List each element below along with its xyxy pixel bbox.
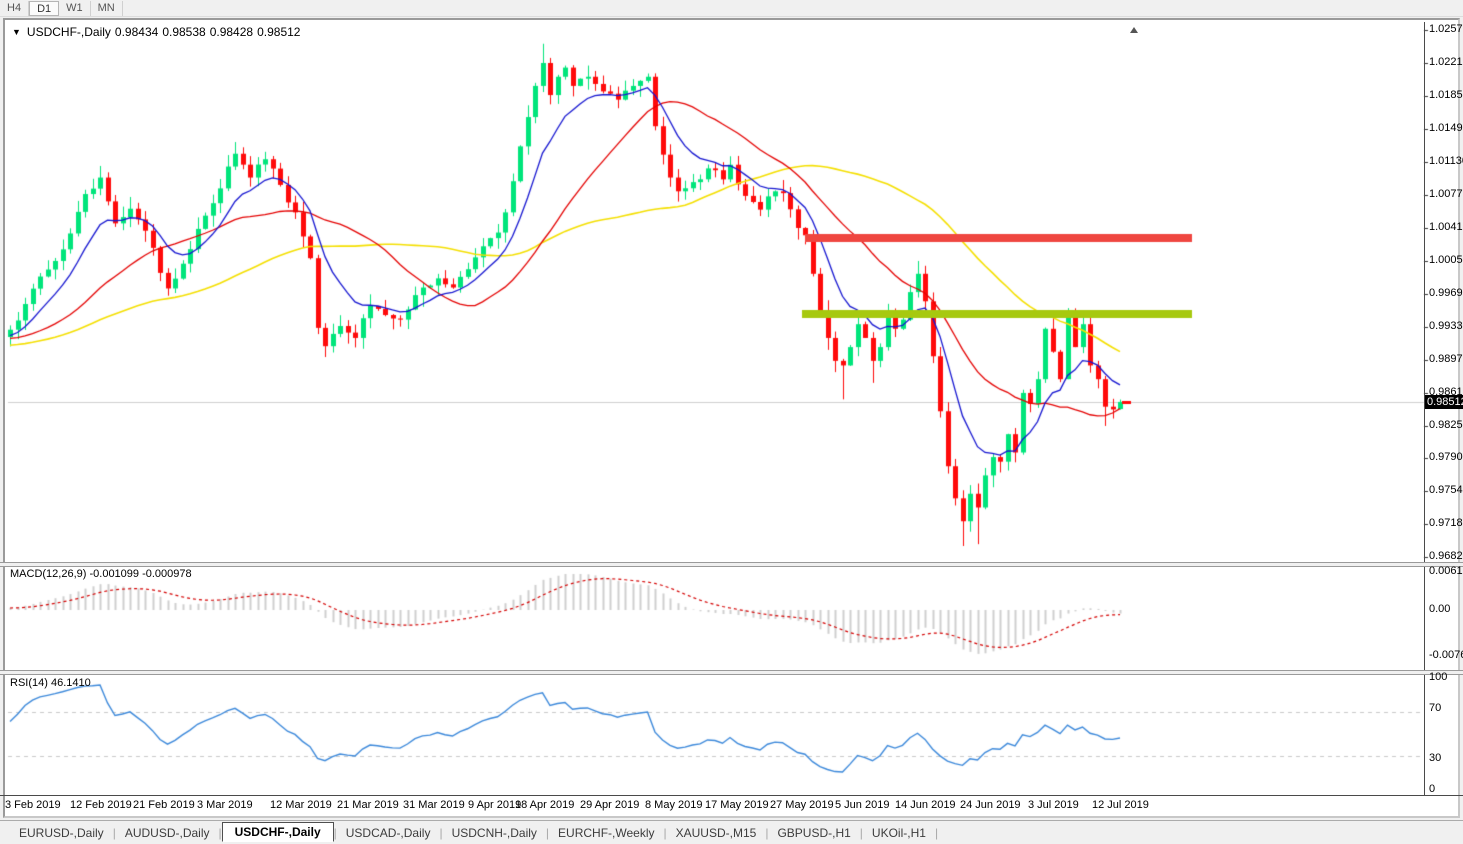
tab-audusd[interactable]: AUDUSD-,Daily [116,824,219,842]
date-tick: 12 Mar 2019 [270,799,332,811]
price-tick: 1.01850 [1429,89,1463,101]
tab-eurusd[interactable]: EURUSD-,Daily [10,824,113,842]
date-tick: 3 Feb 2019 [5,799,61,811]
date-tick: 14 Jun 2019 [895,799,956,811]
macd-label: MACD(12,26,9) -0.001099 -0.000978 [10,568,192,580]
rsi-value: 46.1410 [51,677,91,689]
price-tick: 0.97900 [1429,451,1463,463]
tab-ukoil[interactable]: UKOil-,H1 [863,824,935,842]
ohlc-high: 0.98538 [162,25,205,39]
ohlc-close: 0.98512 [257,25,300,39]
price-tick: 1.01490 [1429,122,1463,134]
price-tick: 1.00050 [1429,254,1463,266]
macd-values: -0.001099 -0.000978 [89,568,191,580]
tab-separator: | [935,826,938,840]
date-tick: 12 Jul 2019 [1092,799,1149,811]
date-tick: 12 Feb 2019 [70,799,132,811]
price-tick: 0.99690 [1429,287,1463,299]
date-tick: 9 Apr 2019 [468,799,521,811]
price-tick: 0.97180 [1429,517,1463,529]
tab-usdcad[interactable]: USDCAD-,Daily [337,824,440,842]
chart-tab-bar: EURUSD-,Daily|AUDUSD-,Daily|USDCHF-,Dail… [0,820,1463,844]
date-tick: 21 Mar 2019 [337,799,399,811]
date-tick: 29 Apr 2019 [580,799,639,811]
price-tick: 0.99330 [1429,320,1463,332]
date-tick: 31 Mar 2019 [403,799,465,811]
date-tick: 3 Mar 2019 [197,799,253,811]
price-tick: 1.02210 [1429,56,1463,68]
macd-name: MACD(12,26,9) [10,568,86,580]
date-tick: 21 Feb 2019 [133,799,195,811]
rsi-tick: 100 [1429,671,1447,683]
panel-splitter-macd[interactable] [0,562,1463,567]
shift-marker-icon[interactable] [1130,27,1138,33]
price-tick: 0.96820 [1429,550,1463,562]
tab-usdchf[interactable]: USDCHF-,Daily [222,822,334,842]
current-price-badge: 0.98512 [1425,395,1463,409]
date-tick: 24 Jun 2019 [960,799,1021,811]
rsi-name: RSI(14) [10,677,48,689]
price-tick: 1.02570 [1429,23,1463,35]
date-tick: 17 May 2019 [705,799,769,811]
ohlc-open: 0.98434 [115,25,158,39]
macd-tick: -0.00761 [1429,649,1463,661]
date-tick: 8 May 2019 [645,799,702,811]
price-tick: 1.00770 [1429,188,1463,200]
panel-splitter-rsi[interactable] [0,670,1463,675]
price-chart-canvas[interactable] [0,0,1463,844]
ohlc-low: 0.98428 [210,25,253,39]
chevron-down-icon[interactable]: ▼ [12,27,21,37]
date-tick: 3 Jul 2019 [1028,799,1079,811]
tab-xauusd[interactable]: XAUUSD-,M15 [667,824,766,842]
price-tick: 0.98970 [1429,353,1463,365]
date-tick: 27 May 2019 [770,799,834,811]
macd-tick: 0.00 [1429,603,1450,615]
date-tick: 18 Apr 2019 [515,799,574,811]
rsi-tick: 30 [1429,752,1441,764]
chart-title: ▼ USDCHF-,Daily 0.98434 0.98538 0.98428 0.985… [12,25,304,39]
tab-gbpusd[interactable]: GBPUSD-,H1 [768,824,859,842]
tab-eurchf[interactable]: EURCHF-,Weekly [549,824,663,842]
price-tick: 1.00410 [1429,221,1463,233]
rsi-tick: 0 [1429,783,1435,795]
rsi-label: RSI(14) 46.1410 [10,677,91,689]
mt4-window: H4D1W1MN ▼USDCHF-,Daily0.984340.985380.9… [0,0,1463,844]
tab-usdcnh[interactable]: USDCNH-,Daily [443,824,546,842]
rsi-tick: 70 [1429,702,1441,714]
chart-symbol: USDCHF-,Daily [27,25,111,39]
date-axis-line [0,795,1463,796]
macd-tick: 0.00613 [1429,565,1463,577]
date-tick: 5 Jun 2019 [835,799,889,811]
price-tick: 0.97540 [1429,484,1463,496]
price-tick: 1.01130 [1429,155,1463,167]
price-tick: 0.98250 [1429,419,1463,431]
